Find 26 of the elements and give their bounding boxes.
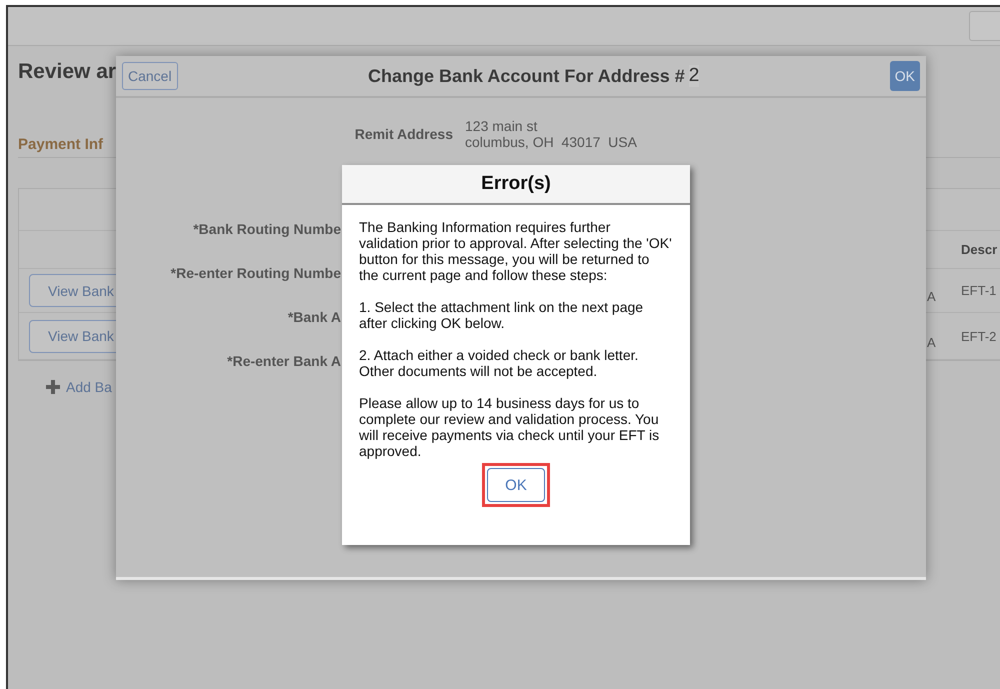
address-line: 123 main st (465, 118, 538, 134)
error-message: 2. Attach either a voided check or bank letter. Other documents will not be accepted. (359, 347, 640, 379)
ok-button[interactable]: OK (890, 61, 920, 91)
table-cell-text: EFT-1 (961, 283, 998, 298)
remit-address-label: Remit Address (354, 126, 453, 142)
address-line: columbus, OH 43017 USA (465, 134, 637, 150)
field-label: *Bank Routing Numbe (193, 220, 341, 238)
page-title: Review ar (18, 60, 116, 84)
field-label: *Bank A (288, 308, 341, 326)
error-message: 1. Select the attachment link on the next page after clicking OK below. (359, 299, 644, 331)
top-bar-button[interactable] (969, 11, 1000, 41)
column-header: Descr (961, 242, 998, 257)
add-bank-link[interactable]: Add Ba (46, 379, 112, 395)
ok-button[interactable]: OK (487, 468, 545, 502)
error-message: The Banking Information requires further validation prior to approval. After selecting the 'OK' button for this message, you will be returned to the current page and follow these steps: (359, 219, 672, 283)
cancel-button[interactable]: Cancel (122, 62, 178, 90)
field-label: *Re-enter Bank A (227, 352, 341, 370)
table-cell-text: A (927, 334, 937, 350)
plus-icon (46, 380, 60, 394)
dialog-title: Change Bank Account For Address # (368, 66, 685, 86)
error-message: Please allow up to 14 business days for us to complete our review and validation process. You will receive payments via check until your EFT is approved. (359, 395, 660, 459)
address-number: 2 (688, 65, 700, 87)
error-title: Error(s) (342, 165, 690, 205)
table-cell-text: EFT-2 (961, 328, 998, 344)
table-cell-text: A (927, 289, 937, 304)
field-label: *Re-enter Routing Numbe (170, 264, 341, 282)
